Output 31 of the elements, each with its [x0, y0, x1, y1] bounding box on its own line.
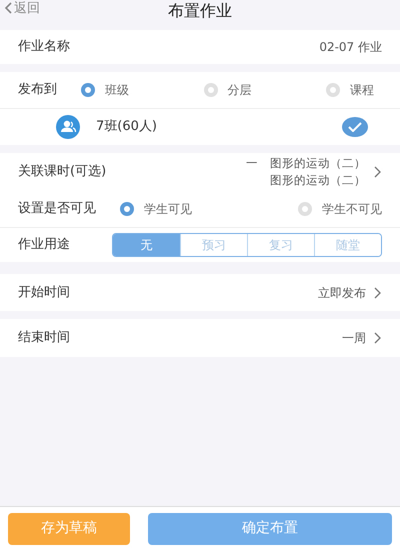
field-label: 作业名称 — [18, 38, 70, 56]
segment-tab[interactable]: 随堂 — [314, 234, 381, 256]
class-checkbox[interactable] — [342, 117, 368, 137]
confirm-button[interactable]: 确定布置 — [148, 512, 392, 544]
chevron-icon — [374, 166, 382, 178]
field-label: 开始时间 — [18, 284, 70, 302]
draft-button[interactable]: 存为草稿 — [8, 512, 130, 544]
check-icon — [348, 122, 362, 132]
radio-option[interactable]: 班级 — [81, 81, 129, 99]
radio-option[interactable]: 分层 — [204, 81, 252, 99]
field-label: 作业用途 — [18, 236, 70, 254]
user-group-icon — [56, 115, 80, 139]
radio-option[interactable]: 学生不可见 — [298, 200, 382, 218]
back-button[interactable]: 返回 — [4, 0, 40, 18]
field-label: 设置是否可见 — [18, 200, 96, 218]
field-value: 02-07 作业 — [319, 39, 382, 56]
field-label: 结束时间 — [18, 329, 70, 348]
chevron-icon — [374, 332, 382, 344]
page-title: 布置作业 — [168, 0, 232, 20]
back-icon — [4, 2, 12, 14]
class-name: 7班(60人) — [96, 118, 157, 136]
radio-option[interactable]: 学生可见 — [120, 200, 192, 218]
field-label: 发布到 — [18, 81, 57, 100]
segment-tab[interactable]: 无 — [113, 234, 180, 256]
lesson-title: 一 图形的运动（二） — [246, 155, 366, 172]
field-label: 关联课时(可选) — [18, 163, 106, 182]
field-value: 立即发布 — [318, 284, 366, 302]
lesson-title: 图形的运动（二） — [270, 172, 366, 189]
chevron-icon — [374, 286, 382, 298]
field-value: 一周 — [342, 330, 366, 347]
radio-option[interactable]: 课程 — [326, 81, 374, 99]
